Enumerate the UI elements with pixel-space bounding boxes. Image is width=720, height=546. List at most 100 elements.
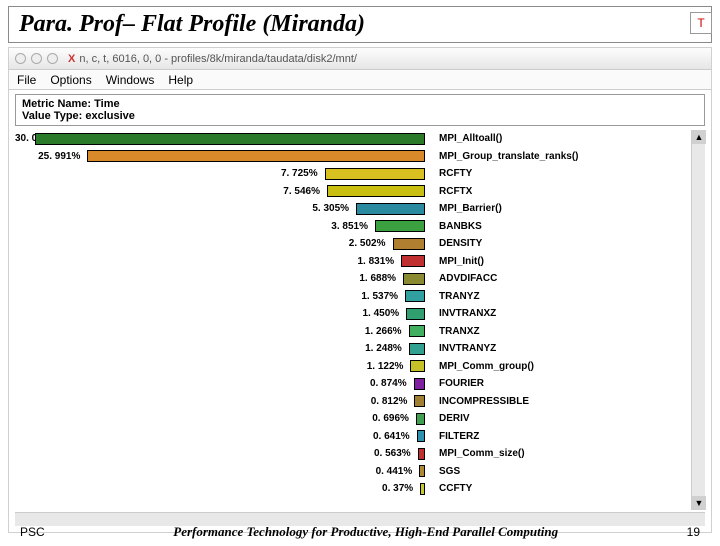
chart-row: 30. 024% MPI_Alltoall() [15, 130, 691, 148]
bar-percent: 0. 812% [15, 396, 411, 407]
bar-icon [403, 273, 425, 285]
bar-icon [414, 378, 425, 390]
metric-name-line: Metric Name: Time [22, 98, 698, 110]
bar-label: BANBKS [435, 221, 482, 232]
metric-info: Metric Name: Time Value Type: exclusive [15, 94, 705, 126]
bar-percent: 1. 248% [15, 343, 406, 354]
slide-footer: PSC Performance Technology for Productiv… [0, 524, 720, 540]
bar-icon [401, 255, 425, 267]
chart-row: 1. 122%MPI_Comm_group() [15, 358, 691, 376]
bar-label: INCOMPRESSIBLE [435, 396, 529, 407]
window-titlebar[interactable]: X n, c, t, 6016, 0, 0 - profiles/8k/mira… [9, 48, 711, 70]
bar-icon [417, 430, 425, 442]
value-type-line: Value Type: exclusive [22, 110, 698, 122]
chart-row: 1. 688%ADVDIFACC [15, 270, 691, 288]
bar-label: MPI_Comm_size() [435, 448, 525, 459]
chart-row: 1. 266%TRANXZ [15, 323, 691, 341]
bar-icon [416, 413, 425, 425]
bar-percent: 1. 688% [15, 273, 400, 284]
footer-page: 19 [687, 525, 700, 539]
bar-percent: 7. 725% [15, 168, 322, 179]
chart-row: 0. 874% FOURIER [15, 375, 691, 393]
chart-row: 1. 450%INVTRANXZ [15, 305, 691, 323]
app-window: X n, c, t, 6016, 0, 0 - profiles/8k/mira… [8, 47, 712, 533]
chart-row: 0. 641% FILTERZ [15, 428, 691, 446]
scroll-area: 30. 024%MPI_Alltoall()25. 991%MPI_Group_… [15, 130, 705, 510]
bar-icon [406, 308, 425, 320]
bar-icon [356, 203, 425, 215]
traffic-lights[interactable] [15, 53, 58, 64]
bar-label: FILTERZ [435, 431, 479, 442]
chart-row: 0. 563% MPI_Comm_size() [15, 445, 691, 463]
footer-left: PSC [20, 525, 45, 539]
footer-center: Performance Technology for Productive, H… [45, 524, 687, 540]
bar-label: FOURIER [435, 378, 484, 389]
menu-file[interactable]: File [17, 73, 36, 87]
bar-percent: 0. 641% [15, 431, 414, 442]
corner-logo-icon: T [690, 12, 712, 34]
close-light-icon[interactable] [15, 53, 26, 64]
menu-windows[interactable]: Windows [106, 73, 155, 87]
vertical-scrollbar[interactable]: ▲ ▼ [691, 130, 705, 510]
chart-row: 1. 537% TRANYZ [15, 288, 691, 306]
flat-profile-chart: 30. 024%MPI_Alltoall()25. 991%MPI_Group_… [15, 130, 691, 510]
bar-percent: 0. 37% [15, 483, 417, 494]
chart-row: 7. 546% RCFTX [15, 183, 691, 201]
bar-label: MPI_Barrier() [435, 203, 502, 214]
bar-label: MPI_Alltoall() [435, 133, 502, 144]
chart-row: 3. 851%BANBKS [15, 218, 691, 236]
chart-row: 1. 248% INVTRANYZ [15, 340, 691, 358]
bar-label: DENSITY [435, 238, 482, 249]
bar-percent: 1. 450% [15, 308, 403, 319]
bar-percent: 5. 305% [15, 203, 353, 214]
slide-title-box: Para. Prof– Flat Profile (Miranda) [8, 6, 712, 43]
chart-row: 1. 831% MPI_Init() [15, 253, 691, 271]
bar-percent: 1. 831% [15, 256, 398, 267]
bar-percent: 1. 537% [15, 291, 402, 302]
slide-title: Para. Prof– Flat Profile (Miranda) [19, 11, 365, 37]
bar-percent: 30. 024% [15, 133, 32, 144]
bar-label: DERIV [435, 413, 470, 424]
bar-label: MPI_Init() [435, 256, 484, 267]
chart-row: 5. 305% MPI_Barrier() [15, 200, 691, 218]
bar-percent: 1. 122% [15, 361, 407, 372]
content-area: Metric Name: Time Value Type: exclusive … [9, 90, 711, 532]
bar-percent: 2. 502% [15, 238, 390, 249]
chart-row: 0. 37% CCFTY [15, 480, 691, 498]
minimize-light-icon[interactable] [31, 53, 42, 64]
bar-label: INVTRANYZ [435, 343, 496, 354]
bar-label: SGS [435, 466, 460, 477]
bar-percent: 0. 874% [15, 378, 411, 389]
bar-percent: 0. 696% [15, 413, 413, 424]
zoom-light-icon[interactable] [47, 53, 58, 64]
bar-icon [409, 325, 425, 337]
menu-options[interactable]: Options [50, 73, 91, 87]
chart-row: 0. 696% DERIV [15, 410, 691, 428]
scroll-down-icon[interactable]: ▼ [692, 496, 706, 510]
bar-icon [414, 395, 425, 407]
bar-icon [410, 360, 425, 372]
x11-icon: X [68, 53, 75, 65]
bar-icon [409, 343, 425, 355]
bar-percent: 0. 563% [15, 448, 415, 459]
bar-label: TRANYZ [435, 291, 480, 302]
bar-percent: 0. 441% [15, 466, 416, 477]
menubar: File Options Windows Help [9, 70, 711, 90]
bar-icon [405, 290, 425, 302]
bar-label: CCFTY [435, 483, 472, 494]
bar-icon [393, 238, 426, 250]
chart-row: 7. 725% RCFTY [15, 165, 691, 183]
bar-label: TRANXZ [435, 326, 480, 337]
bar-label: RCFTY [435, 168, 472, 179]
bar-label: RCFTX [435, 186, 472, 197]
menu-help[interactable]: Help [168, 73, 193, 87]
bar-label: MPI_Group_translate_ranks() [435, 151, 579, 162]
chart-row: 0. 441% SGS [15, 463, 691, 481]
bar-icon [327, 185, 425, 197]
bar-icon [418, 448, 425, 460]
bar-percent: 7. 546% [15, 186, 324, 197]
bar-icon [35, 133, 425, 145]
scroll-up-icon[interactable]: ▲ [692, 130, 706, 144]
bar-icon [375, 220, 425, 232]
chart-row: 2. 502% DENSITY [15, 235, 691, 253]
